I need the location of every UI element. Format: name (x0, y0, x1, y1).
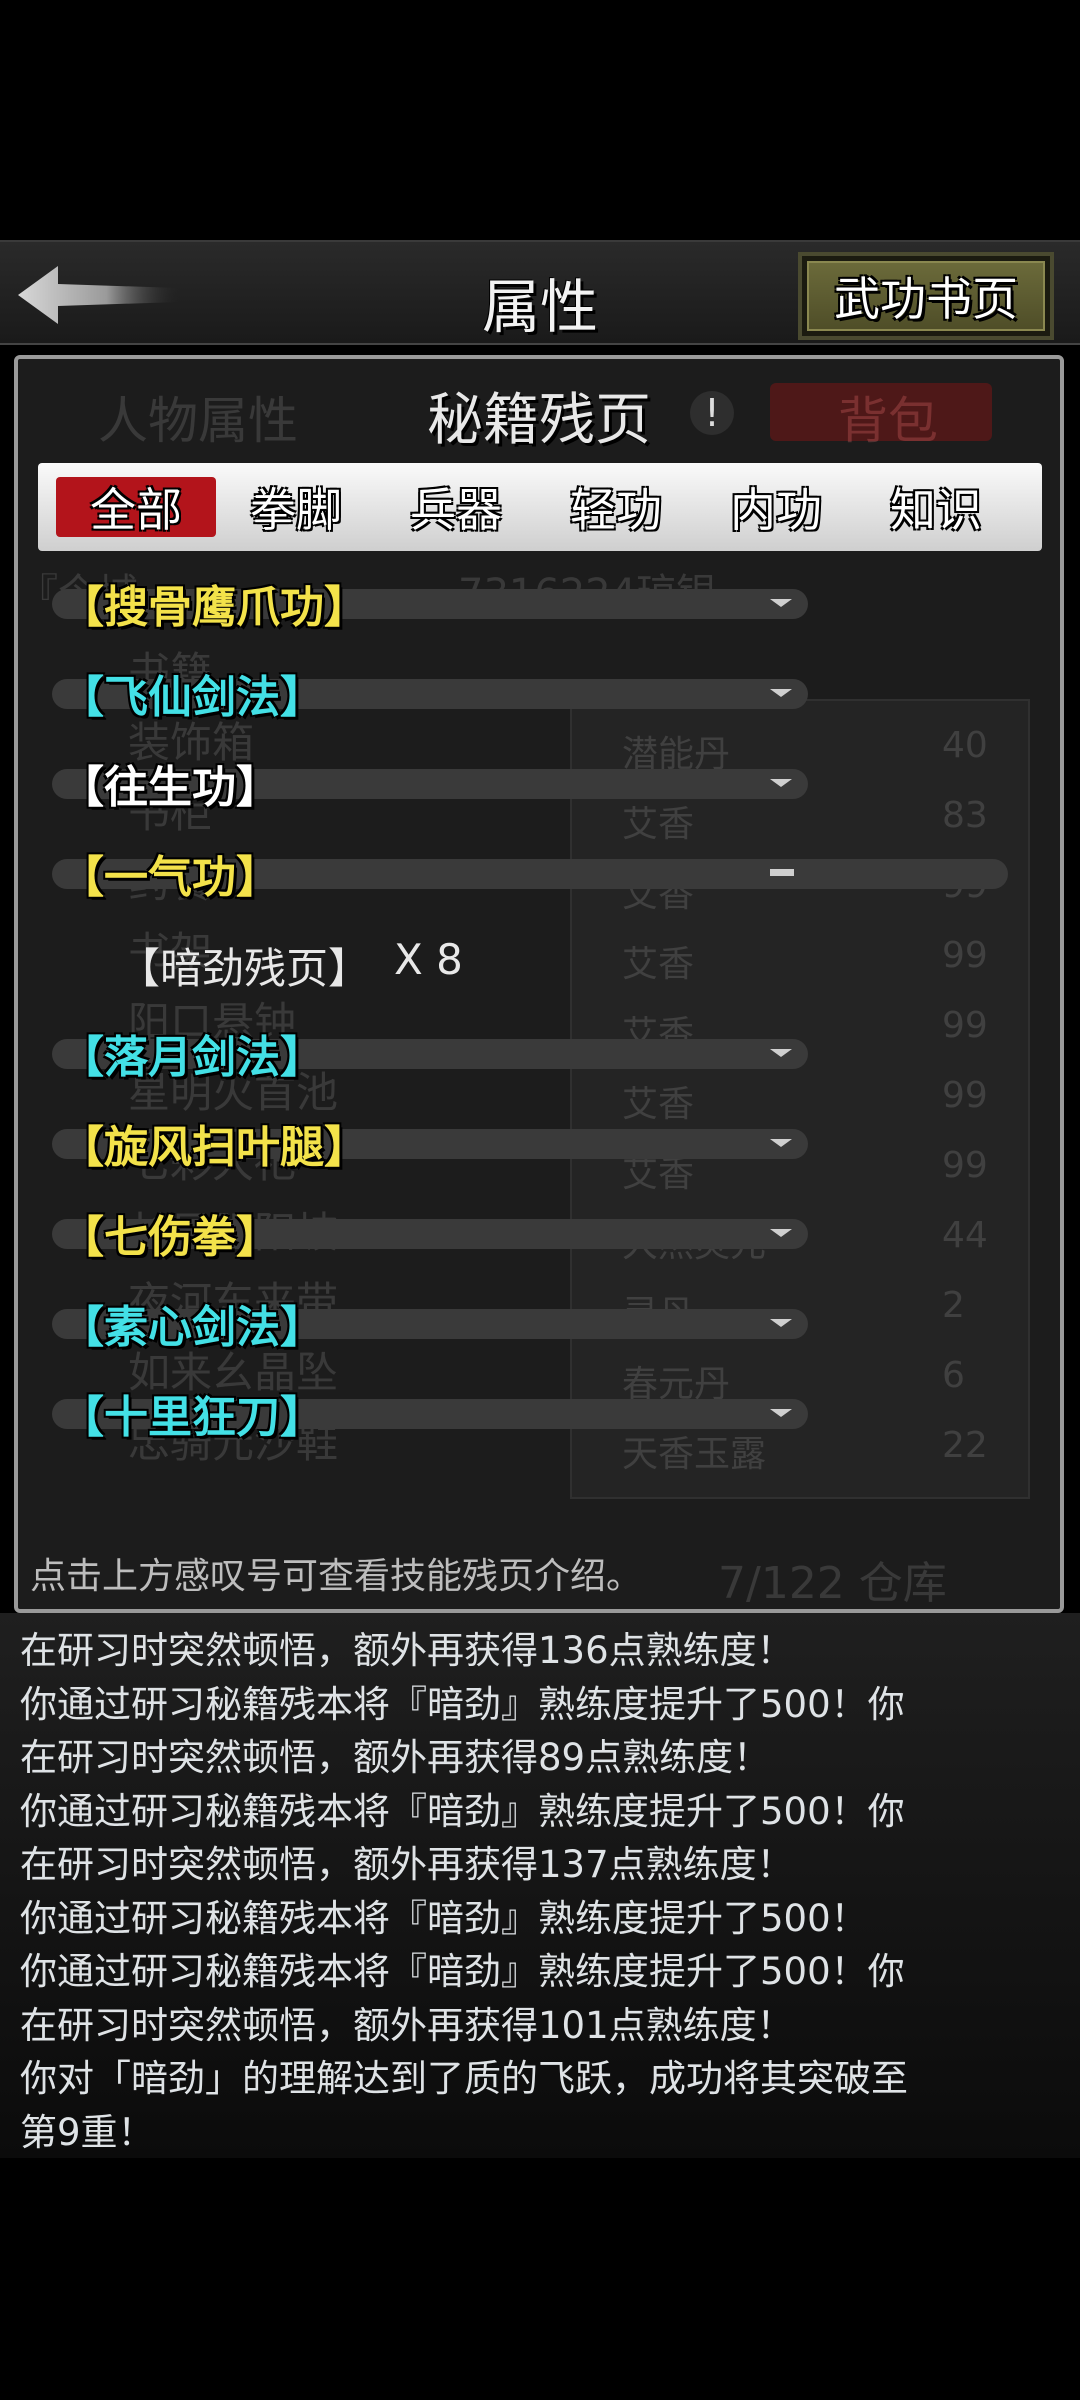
skill-name[interactable]: 【十里狂刀】 (60, 1381, 324, 1445)
log-line: 你通过研习秘籍残本将『暗劲』熟练度提升了500！你 (20, 1682, 905, 1726)
skill-name[interactable]: 【旋风扫叶腿】 (60, 1111, 368, 1175)
log-line: 第9重！ (20, 2110, 155, 2154)
skill-row[interactable]: 【往生功】 (18, 739, 1060, 829)
skill-name[interactable]: 【七伤拳】 (60, 1201, 280, 1265)
skill-name[interactable]: 【一气功】 (60, 841, 280, 905)
collapse-icon[interactable] (770, 869, 794, 876)
skill-list: 【搜骨鹰爪功】 【飞仙剑法】 【往生功】【一气功】【暗劲残页】 X 8 【落月剑法】 【旋… (18, 559, 1060, 1459)
expand-arrow-icon[interactable] (770, 1139, 792, 1147)
skill-name[interactable]: 【落月剑法】 (60, 1021, 324, 1085)
log-line: 你通过研习秘籍残本将『暗劲』熟练度提升了500！ (20, 1896, 868, 1940)
expand-arrow-icon[interactable] (770, 1319, 792, 1327)
log-line: 你通过研习秘籍残本将『暗劲』熟练度提升了500！你 (20, 1789, 905, 1833)
expand-arrow-icon[interactable] (770, 779, 792, 787)
skill-row[interactable]: 【七伤拳】 (18, 1189, 1060, 1279)
tab-weapon[interactable]: 兵器 (376, 477, 536, 537)
expand-arrow-icon[interactable] (770, 599, 792, 607)
bg-capacity: 7/122 仓库 (718, 1558, 947, 1609)
expand-arrow-icon[interactable] (770, 689, 792, 697)
skill-name[interactable]: 【素心剑法】 (60, 1291, 324, 1355)
tab-all[interactable]: 全部 (56, 477, 216, 537)
message-log: 在研习时突然顿悟，额外再获得136点熟练度！ 你通过研习秘籍残本将『暗劲』熟练度提… (20, 1624, 1060, 2159)
log-line: 在研习时突然顿悟，额外再获得101点熟练度！ (20, 2003, 794, 2047)
martial-book-pages-label: 武功书页 (807, 261, 1045, 331)
expand-arrow-icon[interactable] (770, 1229, 792, 1237)
log-line: 你通过研习秘籍残本将『暗劲』熟练度提升了500！你 (20, 1950, 905, 1993)
skill-name[interactable]: 【搜骨鹰爪功】 (60, 571, 368, 635)
log-line: 在研习时突然顿悟，额外再获得89点熟练度！ (20, 1736, 771, 1779)
martial-book-pages-button[interactable]: 武功书页 (798, 252, 1054, 340)
skill-row[interactable]: 【旋风扫叶腿】 (18, 1099, 1060, 1189)
expand-arrow-icon[interactable] (770, 1049, 792, 1057)
header-bar: 属性 武功书页 (0, 240, 1080, 345)
skill-row[interactable]: 【落月剑法】 (18, 1009, 1060, 1099)
expand-arrow-icon[interactable] (770, 1409, 792, 1417)
skill-name[interactable]: 【往生功】 (60, 751, 280, 815)
skill-row[interactable]: 【素心剑法】 (18, 1279, 1060, 1369)
tab-knowledge[interactable]: 知识 (856, 477, 1016, 537)
top-spacer (0, 0, 1080, 240)
panel-hint: 点击上方感叹号可查看技能残页介绍。 (30, 1556, 643, 1597)
tab-lightness[interactable]: 轻功 (536, 477, 696, 537)
skill-row[interactable]: 【一气功】 (18, 829, 1060, 919)
skill-row[interactable]: 【飞仙剑法】 (18, 649, 1060, 739)
skill-row[interactable]: 【搜骨鹰爪功】 (18, 559, 1060, 649)
panel-header: 秘籍残页 ! (18, 359, 1060, 459)
skill-row[interactable]: 【十里狂刀】 (18, 1369, 1060, 1459)
category-tabs: 全部 拳脚 兵器 轻功 内功 知识 (38, 463, 1042, 551)
fragment-count: X 8 (394, 935, 463, 984)
log-line: 在研习时突然顿悟，额外再获得136点熟练度！ (20, 1629, 794, 1672)
fragment-row[interactable]: 【暗劲残页】 X 8 (18, 919, 1060, 1009)
tab-fist-kick[interactable]: 拳脚 (216, 477, 376, 537)
skill-name[interactable]: 【飞仙剑法】 (60, 661, 324, 725)
fragments-panel: 人物属性 背包 『今城 7316224琼银 书籍装饰箱书柜药餐书架阳口悬钟星明火… (14, 355, 1064, 1613)
log-line: 在研习时突然顿悟，额外再获得137点熟练度！ (20, 1843, 794, 1886)
log-line: 你对「暗劲」的理解达到了质的飞跃，成功将其突破至 (20, 2057, 908, 2100)
tab-inner[interactable]: 内功 (696, 477, 856, 537)
info-exclamation-icon[interactable]: ! (690, 391, 734, 435)
fragment-name: 【暗劲残页】 (118, 944, 371, 993)
panel-title: 秘籍残页 (427, 388, 651, 453)
